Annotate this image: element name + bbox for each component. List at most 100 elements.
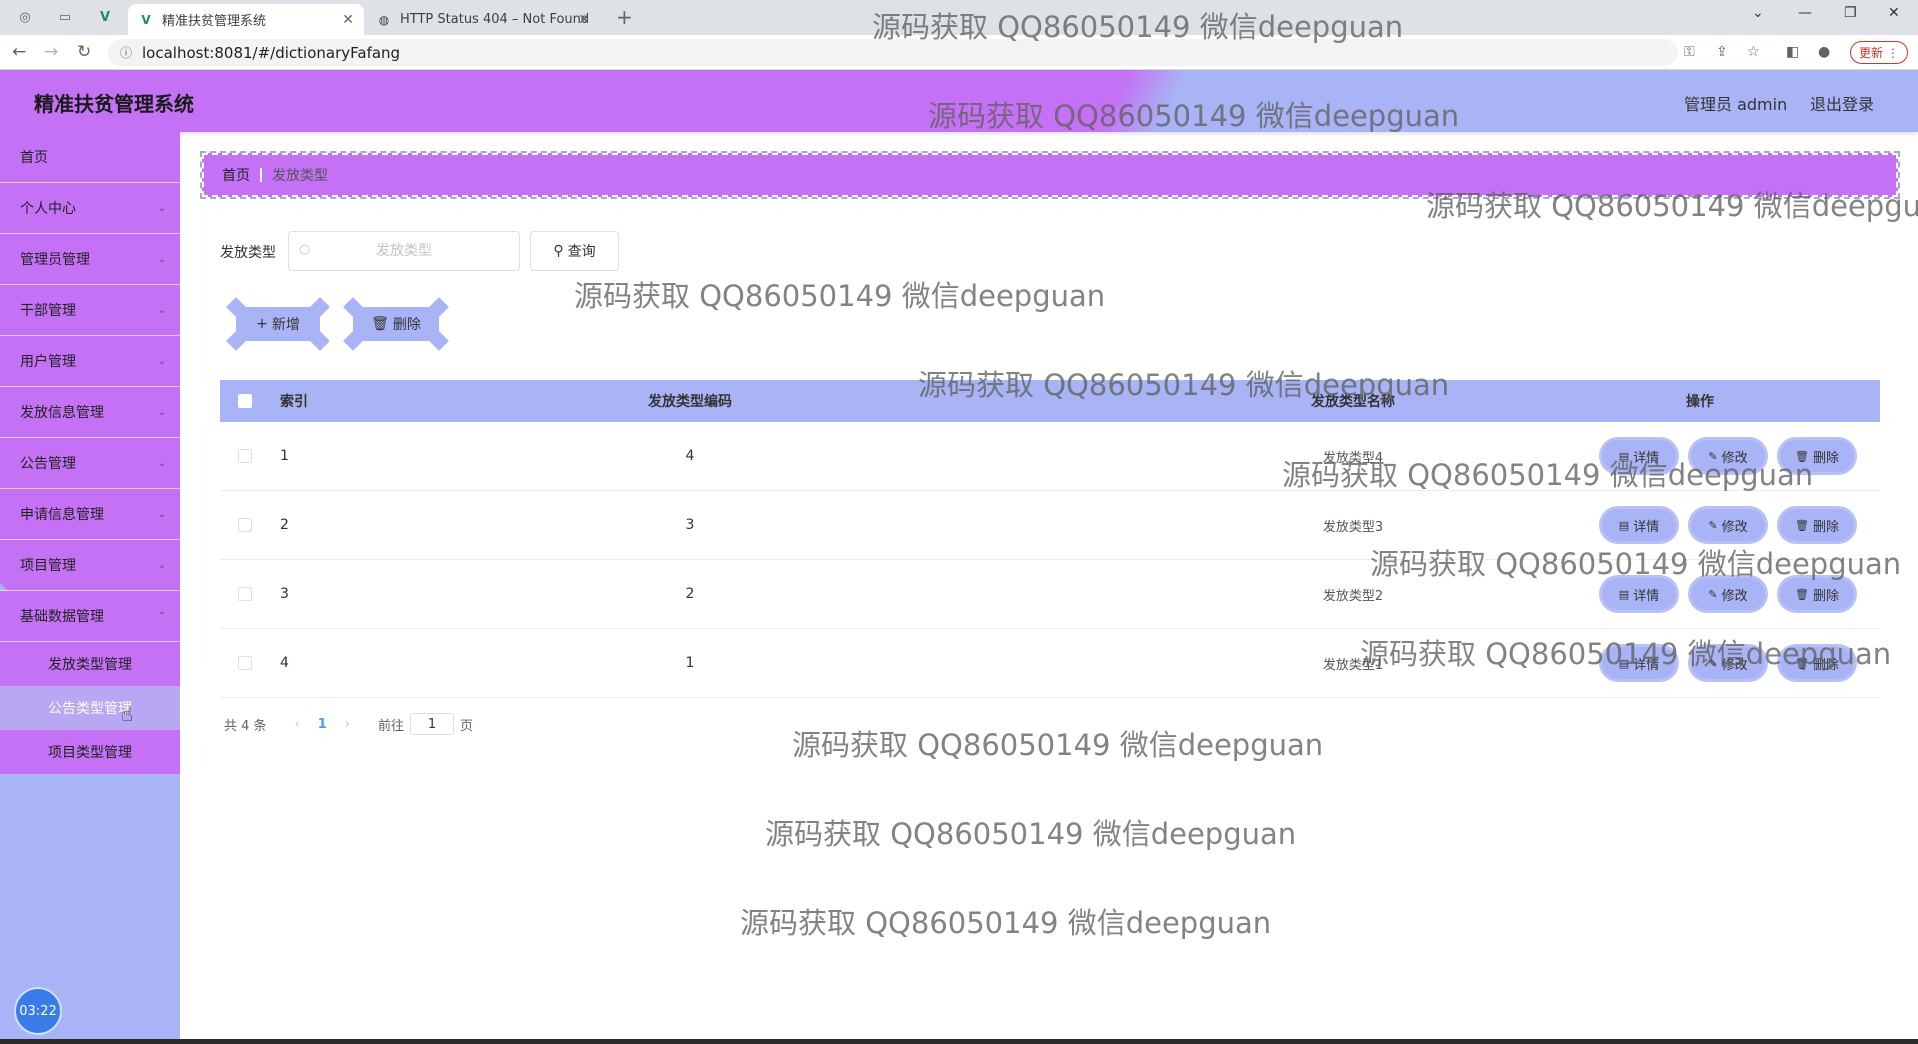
- star-icon[interactable]: ☆: [1747, 44, 1760, 60]
- sidebar-item-announcement[interactable]: 公告管理 ⌄: [0, 438, 180, 489]
- detail-button[interactable]: ▤ 详情: [1602, 578, 1676, 610]
- key-icon[interactable]: ⚿: [1684, 44, 1695, 60]
- update-button[interactable]: 更新 ⋮: [1850, 41, 1908, 64]
- goto-suffix: 页: [460, 718, 474, 734]
- reload-icon[interactable]: ↻: [77, 42, 91, 62]
- browser-tab[interactable]: ◍ HTTP Status 404 – Not Found ✕: [366, 4, 600, 35]
- delete-button[interactable]: 🗑 删除: [1780, 440, 1854, 472]
- sidebar-item-personal-center[interactable]: 个人中心 ⌄: [0, 183, 180, 234]
- table-row: 3 2 发放类型2 ▤ 详情 ✎ 修改 🗑 删除: [220, 560, 1880, 629]
- edit-button[interactable]: ✎ 修改: [1691, 509, 1765, 541]
- row-actions: ▤ 详情 ✎ 修改 🗑 删除: [1602, 509, 1862, 541]
- chevron-down-icon: ⌄: [157, 355, 166, 367]
- detail-label: 详情: [1633, 588, 1660, 604]
- site-info-icon[interactable]: ⓘ: [120, 44, 132, 61]
- sidebar-item-user-management[interactable]: 用户管理 ⌄: [0, 336, 180, 387]
- back-icon[interactable]: ←: [12, 42, 26, 62]
- cell-index: 4: [280, 655, 289, 671]
- submenu-announcement-type[interactable]: 公告类型管理: [0, 686, 180, 730]
- browser-tab-active[interactable]: V 精准扶贫管理系统 ✕: [128, 4, 364, 35]
- document-icon: ▤: [1618, 656, 1630, 670]
- data-table: 索引 发放类型编码 发放类型名称 操作 1 4 发放类型4 ▤ 详情 ✎ 修改 🗑 删…: [220, 380, 1880, 698]
- trash-icon: 🗑: [1795, 449, 1809, 463]
- sidebar-item-basic-data[interactable]: 基础数据管理 ⌃: [0, 591, 180, 642]
- vue-tab-icon[interactable]: V: [92, 6, 118, 28]
- forward-icon[interactable]: →: [44, 42, 58, 62]
- table-row: 1 4 发放类型4 ▤ 详情 ✎ 修改 🗑 删除: [220, 422, 1880, 491]
- delete-button[interactable]: 🗑 删除: [1780, 509, 1854, 541]
- cell-code: 2: [685, 586, 695, 602]
- row-checkbox[interactable]: [238, 587, 252, 601]
- logout-link[interactable]: 退出登录: [1810, 91, 1874, 115]
- cell-index: 3: [280, 586, 289, 602]
- edit-label: 修改: [1721, 519, 1748, 535]
- close-tab-icon[interactable]: ✕: [578, 12, 590, 28]
- minimize-icon[interactable]: —: [1798, 5, 1812, 21]
- row-checkbox[interactable]: [238, 656, 252, 670]
- document-icon: ▤: [1618, 587, 1630, 601]
- sidebar-item-cadre-management[interactable]: 干部管理 ⌄: [0, 285, 180, 336]
- pinned-tab-icon[interactable]: ▭: [52, 6, 78, 28]
- batch-delete-button[interactable]: 🗑 删除: [343, 297, 449, 351]
- sidebar-item-home[interactable]: 首页: [0, 132, 180, 183]
- edit-button[interactable]: ✎ 修改: [1691, 440, 1765, 472]
- detail-button[interactable]: ▤ 详情: [1602, 440, 1676, 472]
- search-field[interactable]: [289, 232, 519, 270]
- delete-button[interactable]: 🗑 删除: [1780, 647, 1854, 679]
- cell-index: 1: [280, 448, 289, 464]
- sidebar-item-label: 管理员管理: [20, 252, 90, 268]
- breadcrumb-home[interactable]: 首页: [222, 165, 250, 185]
- submenu-project-type[interactable]: 项目类型管理: [0, 730, 180, 774]
- profile-icon[interactable]: ●: [1818, 44, 1830, 60]
- edit-icon: ✎: [1708, 518, 1718, 532]
- row-checkbox[interactable]: [238, 449, 252, 463]
- chevron-down-icon: ⌄: [157, 202, 166, 214]
- watermark: 源码获取 QQ86050149 微信deepguan: [792, 728, 1324, 762]
- sidebar-item-admin-management[interactable]: 管理员管理 ⌄: [0, 234, 180, 285]
- cell-code: 3: [685, 517, 695, 533]
- row-select-cell: [220, 560, 260, 628]
- edit-button[interactable]: ✎ 修改: [1691, 647, 1765, 679]
- share-icon[interactable]: ⇪: [1716, 44, 1728, 60]
- detail-label: 详情: [1633, 657, 1660, 673]
- close-window-icon[interactable]: ✕: [1888, 5, 1900, 21]
- submenu-distribution-type[interactable]: 发放类型管理: [0, 642, 180, 686]
- tab-search-icon[interactable]: ⌄: [1752, 5, 1764, 21]
- pagination: 共 4 条 ‹ 1 › 前往 1 页: [224, 713, 473, 735]
- sidebar-item-application-info[interactable]: 申请信息管理 ⌄: [0, 489, 180, 540]
- new-tab-button[interactable]: +: [616, 5, 633, 29]
- search-input[interactable]: ○: [288, 231, 520, 271]
- row-actions: ▤ 详情 ✎ 修改 🗑 删除: [1602, 440, 1862, 472]
- close-tab-icon[interactable]: ✕: [342, 12, 354, 28]
- cell-index: 2: [280, 517, 289, 533]
- detail-button[interactable]: ▤ 详情: [1602, 509, 1676, 541]
- row-select-cell: [220, 491, 260, 559]
- taskbar-strip: [0, 1039, 1918, 1044]
- next-page-icon[interactable]: ›: [345, 717, 350, 732]
- select-all-checkbox[interactable]: [238, 394, 252, 408]
- goto-page-input[interactable]: 1: [410, 713, 455, 735]
- detail-button[interactable]: ▤ 详情: [1602, 647, 1676, 679]
- breadcrumb-separator: [260, 168, 262, 182]
- add-button[interactable]: + 新增: [226, 297, 330, 351]
- page-number[interactable]: 1: [318, 717, 327, 732]
- delete-button[interactable]: 🗑 删除: [1780, 578, 1854, 610]
- url-field[interactable]: ⓘ localhost:8081/#/dictionaryFafang: [108, 39, 1678, 66]
- edit-button[interactable]: ✎ 修改: [1691, 578, 1765, 610]
- row-checkbox[interactable]: [238, 518, 252, 532]
- col-header-name: 发放类型名称: [1311, 394, 1395, 410]
- pinned-tab-icon[interactable]: ◎: [12, 6, 38, 28]
- submenu-label: 项目类型管理: [48, 745, 132, 761]
- query-label: 查询: [567, 244, 596, 260]
- row-select-cell: [220, 422, 260, 490]
- query-button[interactable]: ⚲ 查询: [530, 231, 619, 271]
- col-header-index: 索引: [280, 394, 308, 410]
- chevron-up-icon: ⌃: [157, 610, 166, 622]
- sidebar-toggle-icon[interactable]: ◧: [1786, 44, 1799, 60]
- restore-icon[interactable]: ❐: [1844, 5, 1857, 21]
- prev-page-icon[interactable]: ‹: [295, 717, 300, 732]
- sidebar-item-distribution-info[interactable]: 发放信息管理 ⌄: [0, 387, 180, 438]
- table-row: 2 3 发放类型3 ▤ 详情 ✎ 修改 🗑 删除: [220, 491, 1880, 560]
- clock-widget[interactable]: 03:22: [14, 987, 62, 1035]
- sidebar-item-project-management[interactable]: 项目管理 ⌄: [0, 540, 180, 591]
